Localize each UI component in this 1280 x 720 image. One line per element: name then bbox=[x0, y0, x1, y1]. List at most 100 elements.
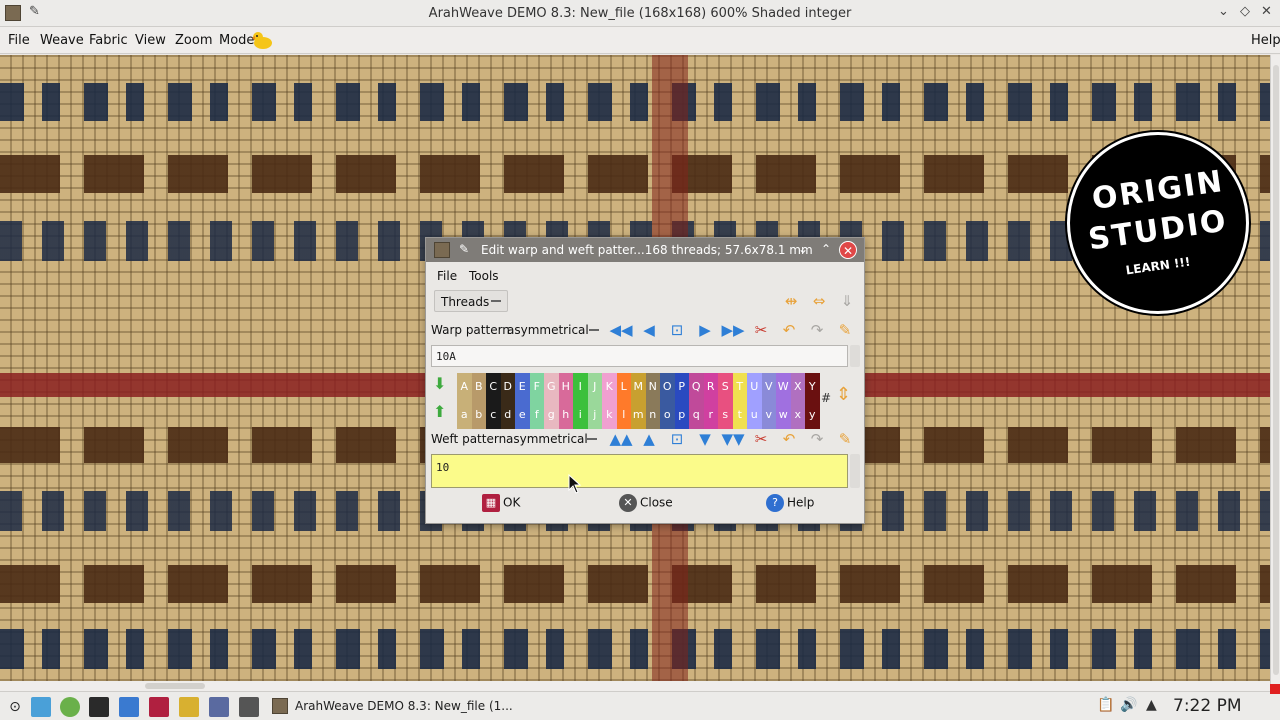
pattern-app-icon[interactable] bbox=[179, 697, 199, 717]
dialog-menu-file[interactable]: File bbox=[437, 269, 457, 283]
palette-swatch-upper-L[interactable]: L bbox=[616, 373, 631, 401]
palette-hash[interactable]: # bbox=[821, 391, 831, 405]
warp-pattern-field[interactable]: 10A bbox=[431, 345, 848, 367]
swap-horizontal-icon[interactable]: ⇔ bbox=[807, 290, 831, 312]
palette-swatch-upper-Y[interactable]: Y bbox=[805, 373, 820, 401]
palette-swatch-upper-N[interactable]: N bbox=[645, 373, 660, 401]
palette-swatch-lower-s[interactable]: s bbox=[718, 401, 733, 429]
taskbar-entry-arahweave[interactable]: ArahWeave DEMO 8.3: New_file (1... bbox=[268, 695, 668, 718]
palette-swatch-upper-E[interactable]: E bbox=[515, 373, 530, 401]
weft-symmetry-combo[interactable]: asymmetrical bbox=[506, 429, 597, 449]
menu-file[interactable]: File bbox=[8, 33, 30, 48]
palette-swatch-lower-c[interactable]: c bbox=[486, 401, 501, 429]
shift-last-down-icon[interactable]: ▼▼ bbox=[721, 428, 745, 450]
center-icon[interactable]: ⊡ bbox=[665, 319, 689, 341]
palette-swatch-lower-g[interactable]: g bbox=[544, 401, 559, 429]
close-button[interactable]: ✕ Close bbox=[619, 494, 673, 516]
brush-icon[interactable]: ✎ bbox=[833, 319, 857, 341]
shift-down-icon[interactable]: ▼ bbox=[693, 428, 717, 450]
shift-first-up-icon[interactable]: ▲▲ bbox=[609, 428, 633, 450]
shift-left-icon[interactable]: ◀ bbox=[637, 319, 661, 341]
palette-swatch-lower-x[interactable]: x bbox=[790, 401, 805, 429]
cut-icon[interactable]: ✂ bbox=[749, 319, 773, 341]
mode-combo[interactable]: Threads bbox=[434, 290, 508, 312]
ok-button[interactable]: ▦ OK bbox=[482, 494, 520, 516]
palette-swatch-lower-a[interactable]: a bbox=[457, 401, 472, 429]
undo-icon[interactable]: ↶ bbox=[777, 428, 801, 450]
cut-icon[interactable]: ✂ bbox=[749, 428, 773, 450]
show-desktop-icon[interactable]: ⊙ bbox=[5, 697, 25, 717]
palette-swatch-upper-K[interactable]: K bbox=[602, 373, 617, 401]
tray-expand-icon[interactable]: ▲ bbox=[1146, 697, 1157, 713]
dialog-maximize-icon[interactable]: ⌃ bbox=[821, 242, 831, 256]
shift-right-icon[interactable]: ▶ bbox=[693, 319, 717, 341]
weft-field-scrollbar[interactable] bbox=[850, 454, 860, 488]
palette-swatch-upper-V[interactable]: V bbox=[761, 373, 776, 401]
palette-swatch-lower-l[interactable]: l bbox=[616, 401, 631, 429]
arrow-up-green-icon[interactable]: ⬆ bbox=[433, 402, 446, 421]
vertical-scrollbar[interactable] bbox=[1270, 55, 1280, 691]
shift-last-right-icon[interactable]: ▶▶ bbox=[721, 319, 745, 341]
palette-swatch-lower-n[interactable]: n bbox=[645, 401, 660, 429]
app-launcher-icon[interactable] bbox=[31, 697, 51, 717]
menu-fabric[interactable]: Fabric bbox=[89, 33, 128, 48]
palette-swatch-upper-F[interactable]: F bbox=[529, 373, 544, 401]
palette-swatch-lower-p[interactable]: p bbox=[674, 401, 689, 429]
duck-icon[interactable] bbox=[251, 30, 273, 50]
palette-swatch-upper-D[interactable]: D bbox=[500, 373, 515, 401]
swap-vertical-icon[interactable]: ⇕ bbox=[836, 384, 851, 405]
palette-swatch-upper-T[interactable]: T bbox=[732, 373, 747, 401]
palette-swatch-lower-t[interactable]: t bbox=[732, 401, 747, 429]
menu-mode[interactable]: Mode bbox=[219, 33, 254, 48]
menu-help[interactable]: Help bbox=[1251, 33, 1280, 48]
palette-swatch-upper-S[interactable]: S bbox=[718, 373, 733, 401]
arrow-down-icon[interactable]: ⇓ bbox=[835, 290, 859, 312]
palette-swatch-lower-f[interactable]: f bbox=[529, 401, 544, 429]
palette-swatch-lower-e[interactable]: e bbox=[515, 401, 530, 429]
menu-view[interactable]: View bbox=[135, 33, 166, 48]
warp-symmetry-combo[interactable]: asymmetrical bbox=[507, 320, 599, 340]
minimize-icon[interactable]: ⌄ bbox=[1218, 4, 1229, 19]
redo-icon[interactable]: ↷ bbox=[805, 428, 829, 450]
palette-swatch-lower-o[interactable]: o bbox=[660, 401, 675, 429]
palette-swatch-lower-b[interactable]: b bbox=[471, 401, 486, 429]
volume-icon[interactable]: 🔊 bbox=[1120, 697, 1137, 713]
dialog-pin-icon[interactable]: ✎ bbox=[459, 242, 469, 256]
center-vertical-icon[interactable]: ⊡ bbox=[665, 428, 689, 450]
horizontal-scrollbar[interactable] bbox=[0, 681, 1270, 691]
palette-swatch-upper-P[interactable]: P bbox=[674, 373, 689, 401]
redo-icon[interactable]: ↷ bbox=[805, 319, 829, 341]
weft-pattern-field[interactable]: 10 bbox=[431, 454, 848, 488]
palette-swatch-lower-h[interactable]: h bbox=[558, 401, 573, 429]
palette-swatch-lower-k[interactable]: k bbox=[602, 401, 617, 429]
brush-icon[interactable]: ✎ bbox=[833, 428, 857, 450]
warp-field-scrollbar[interactable] bbox=[850, 345, 860, 367]
tool-app-icon[interactable] bbox=[239, 697, 259, 717]
browser-icon[interactable] bbox=[60, 697, 80, 717]
palette-swatch-lower-r[interactable]: r bbox=[703, 401, 718, 429]
maximize-icon[interactable]: ◇ bbox=[1240, 4, 1250, 19]
shift-up-icon[interactable]: ▲ bbox=[637, 428, 661, 450]
dialog-close-icon[interactable]: ✕ bbox=[839, 241, 857, 259]
palette-swatch-upper-B[interactable]: B bbox=[471, 373, 486, 401]
palette-swatch-lower-d[interactable]: d bbox=[500, 401, 515, 429]
palette-swatch-upper-W[interactable]: W bbox=[776, 373, 791, 401]
palette-swatch-upper-R[interactable]: R bbox=[703, 373, 718, 401]
palette-swatch-upper-C[interactable]: C bbox=[486, 373, 501, 401]
file-manager-icon[interactable] bbox=[119, 697, 139, 717]
palette-swatch-lower-m[interactable]: m bbox=[631, 401, 646, 429]
clipboard-icon[interactable]: 📋 bbox=[1097, 697, 1114, 713]
dialog-minimize-icon[interactable]: ⌄ bbox=[798, 242, 808, 256]
grid-app-icon[interactable] bbox=[209, 697, 229, 717]
palette-swatch-upper-H[interactable]: H bbox=[558, 373, 573, 401]
palette-swatch-upper-G[interactable]: G bbox=[544, 373, 559, 401]
palette-swatch-lower-u[interactable]: u bbox=[747, 401, 762, 429]
palette-swatch-upper-U[interactable]: U bbox=[747, 373, 762, 401]
palette-swatch-lower-j[interactable]: j bbox=[587, 401, 602, 429]
menu-zoom[interactable]: Zoom bbox=[175, 33, 212, 48]
palette-swatch-upper-Q[interactable]: Q bbox=[689, 373, 704, 401]
palette-swatch-lower-v[interactable]: v bbox=[761, 401, 776, 429]
palette-swatch-upper-A[interactable]: A bbox=[457, 373, 472, 401]
palette-swatch-upper-I[interactable]: I bbox=[573, 373, 588, 401]
dialog-menu-tools[interactable]: Tools bbox=[469, 269, 499, 283]
